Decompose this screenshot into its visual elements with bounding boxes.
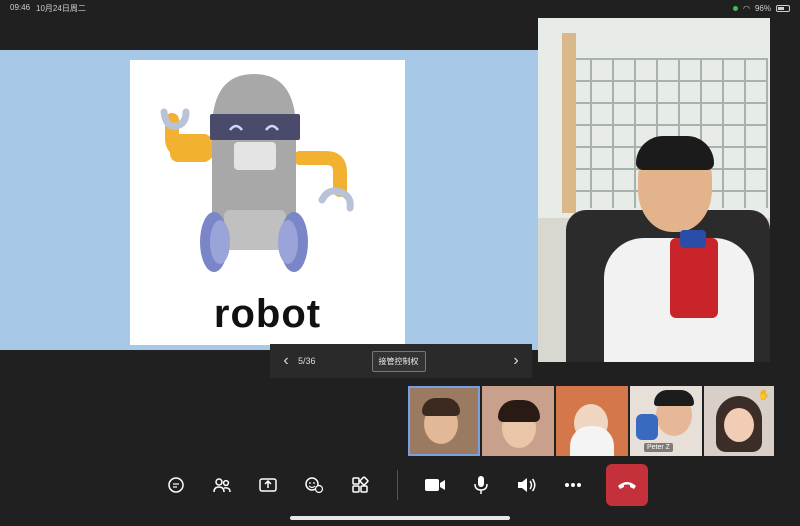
share-icon	[258, 478, 277, 492]
status-date: 10月24日周二	[36, 3, 86, 13]
participant-tile[interactable]: ✋	[704, 386, 774, 456]
apps-button[interactable]	[337, 465, 383, 505]
robot-illustration	[160, 74, 354, 272]
participant-tile[interactable]	[408, 386, 480, 456]
chat-button[interactable]	[153, 465, 199, 505]
next-slide-icon[interactable]: ›	[508, 352, 524, 370]
participant-name-tag: Peter Z	[644, 443, 673, 452]
toolbar-divider	[396, 470, 398, 500]
video-curtain	[562, 33, 576, 213]
video-toy-head	[680, 230, 706, 248]
more-options-button[interactable]	[550, 465, 596, 505]
hang-up-button[interactable]	[605, 464, 648, 506]
slide-word: robot	[213, 292, 322, 336]
participant-tile[interactable]	[482, 386, 554, 456]
participant-hair	[422, 398, 460, 416]
more-icon	[564, 483, 581, 487]
battery-percent: 96%	[754, 3, 771, 13]
previous-slide-icon[interactable]: ‹	[278, 352, 294, 370]
video-person-hair	[636, 136, 714, 170]
participant-hair	[498, 400, 540, 422]
mic-icon	[473, 476, 488, 494]
slide-page-count: 5/36	[298, 356, 316, 366]
camera-button[interactable]	[412, 465, 458, 505]
share-screen-button[interactable]	[245, 465, 291, 505]
hang-up-icon	[617, 482, 636, 489]
participant-tile[interactable]: Peter Z	[630, 386, 702, 456]
apps-icon	[351, 476, 369, 493]
chat-icon	[167, 477, 184, 493]
reactions-button[interactable]	[291, 465, 337, 505]
raised-hand-icon: ✋	[757, 390, 770, 401]
battery-icon	[776, 4, 790, 12]
participant-hair	[654, 390, 694, 406]
wifi-icon: ◠	[743, 3, 750, 13]
microphone-button[interactable]	[458, 465, 504, 505]
take-control-button[interactable]: 接管控制权	[371, 350, 426, 372]
participant-body	[570, 426, 614, 456]
participant-toy	[636, 414, 658, 440]
participant-face-front	[724, 408, 754, 442]
status-bar: 09:46 10月24日周二 ◠ 96%	[0, 0, 800, 16]
participant-thumbnails: Peter Z ✋	[408, 386, 800, 456]
reactions-icon	[304, 477, 323, 494]
slide-navigation: ‹ 5/36 接管控制权 ›	[270, 344, 532, 378]
meeting-toolbar	[0, 460, 800, 510]
participant-tile[interactable]	[556, 386, 628, 456]
participants-button[interactable]	[199, 465, 245, 505]
presentation-slide: robot	[130, 60, 405, 345]
meeting-screen: 09:46 10月24日周二 ◠ 96% robot ‹ 5/36 接管控制权 …	[0, 0, 800, 526]
camera-icon	[424, 479, 445, 491]
speaker-icon	[517, 478, 535, 492]
shared-content-area: robot	[0, 50, 540, 350]
speaker-button[interactable]	[504, 465, 550, 505]
people-icon	[212, 478, 231, 493]
video-toy-robot	[670, 238, 718, 318]
status-time: 09:46	[10, 2, 31, 12]
camera-active-icon	[733, 5, 738, 11]
home-indicator[interactable]	[290, 516, 510, 520]
main-participant-video[interactable]	[538, 18, 770, 362]
